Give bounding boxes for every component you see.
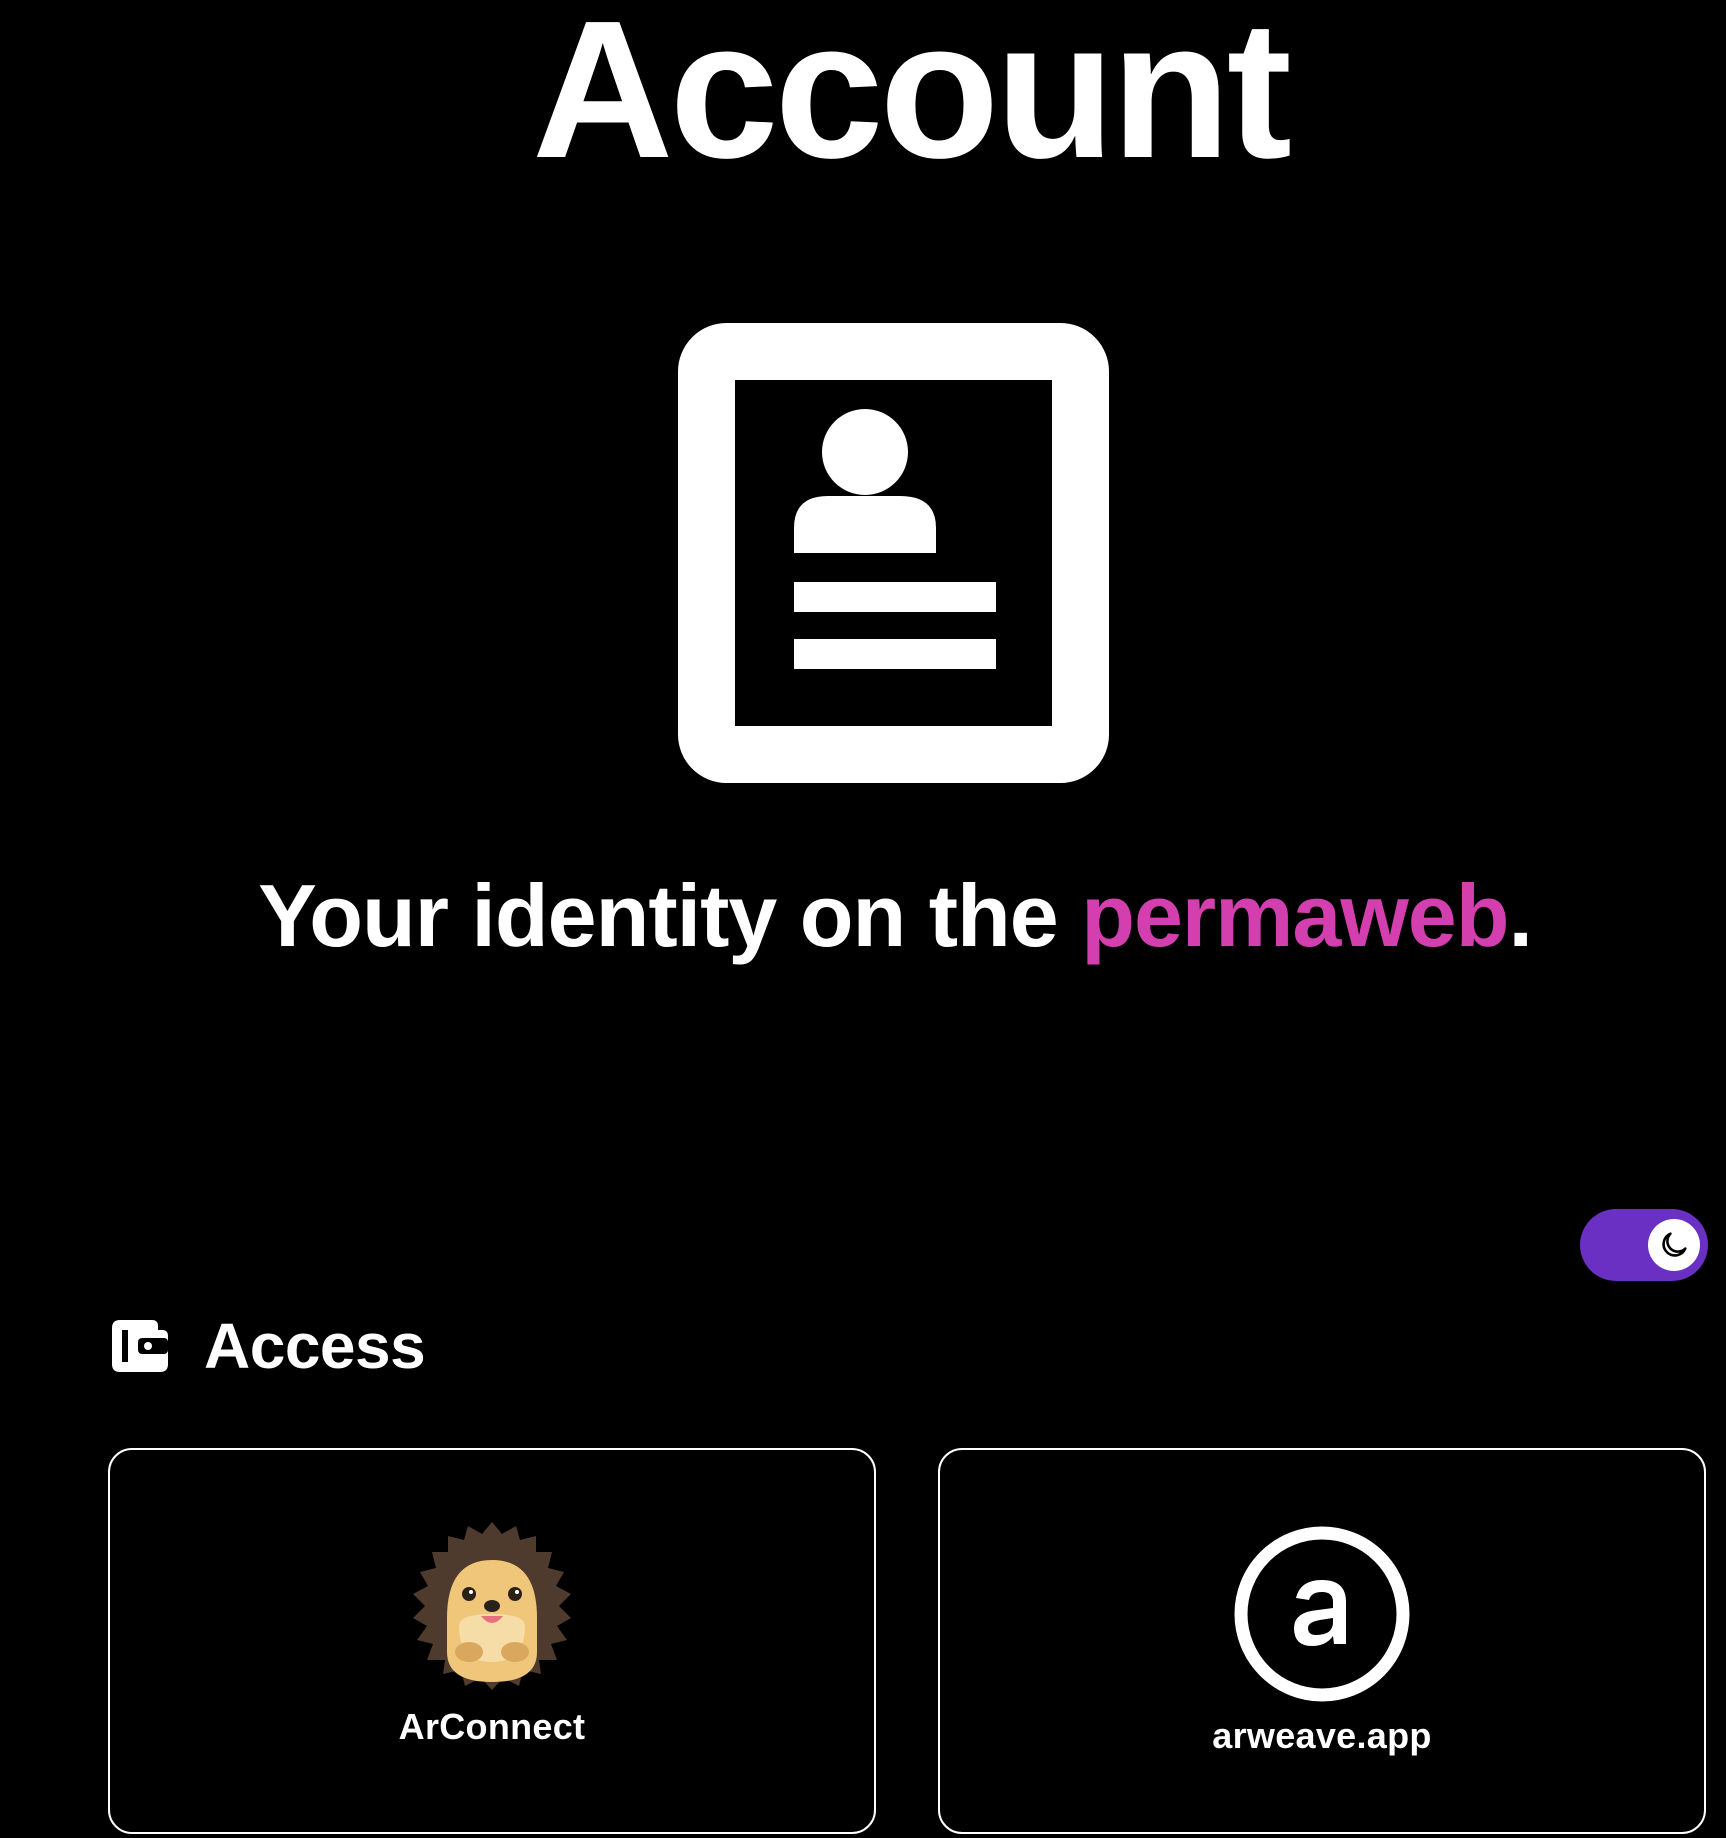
tagline-accent: permaweb (1081, 866, 1509, 965)
arconnect-button[interactable]: ArConnect (108, 1448, 876, 1834)
arweave-logo-icon (1234, 1526, 1410, 1702)
hedgehog-logo-icon (413, 1522, 571, 1690)
toggle-knob (1648, 1219, 1700, 1271)
arconnect-label: ArConnect (398, 1706, 586, 1747)
page-title: Account (532, 0, 1292, 199)
access-section-title: Access (204, 1310, 426, 1382)
tagline-period: . (1508, 866, 1532, 965)
tagline: Your identity on the permaweb. (0, 866, 1726, 965)
wallet-icon (112, 1320, 168, 1372)
contact-card-icon (678, 323, 1109, 783)
access-section-header: Access (112, 1310, 426, 1382)
theme-toggle[interactable] (1580, 1209, 1708, 1281)
arweave-app-button[interactable]: arweave.app (938, 1448, 1706, 1834)
tagline-text: Your identity on the (258, 866, 1082, 965)
arweave-app-label: arweave.app (1212, 1715, 1432, 1756)
moon-icon (1662, 1232, 1687, 1257)
